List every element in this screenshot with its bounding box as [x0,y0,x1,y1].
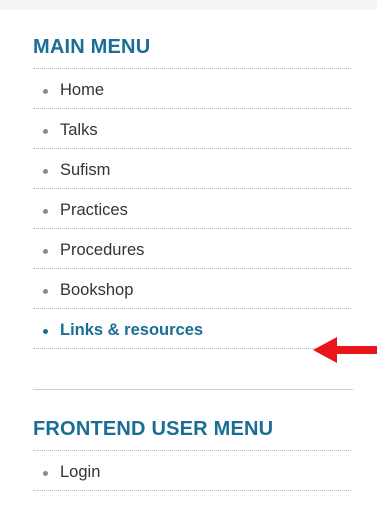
menu-item-label[interactable]: Bookshop [60,281,133,300]
menu-item-procedures[interactable]: Procedures [33,229,351,269]
module-divider [33,389,353,390]
menu-item-label[interactable]: Practices [60,201,128,220]
menu-item-label[interactable]: Home [60,81,104,100]
bullet-icon [43,169,48,174]
bullet-icon [43,209,48,214]
menu-item-bookshop[interactable]: Bookshop [33,269,351,309]
menu-item-label[interactable]: Procedures [60,241,144,260]
bullet-icon [43,471,48,476]
user-menu-title: FRONTEND USER MENU [33,418,274,440]
menu-item-label[interactable]: Login [60,463,100,482]
menu-item-label[interactable]: Talks [60,121,98,140]
menu-item-sufism[interactable]: Sufism [33,149,351,189]
menu-item-links-resources[interactable]: Links & resources [33,309,351,349]
menu-item-home[interactable]: Home [33,69,351,109]
user-menu-list: Login [33,450,351,491]
main-menu-list: Home Talks Sufism Practices Procedures B… [33,68,351,349]
user-menu-module: FRONTEND USER MENU Login [33,416,351,491]
bullet-icon [43,289,48,294]
main-menu-module: MAIN MENU Home Talks Sufism Practices Pr… [33,34,351,349]
menu-item-label[interactable]: Sufism [60,161,110,180]
left-arrow-icon [313,337,377,363]
top-bar [0,0,377,10]
main-menu-title: MAIN MENU [33,36,151,58]
menu-item-login[interactable]: Login [33,451,351,491]
menu-item-label[interactable]: Links & resources [60,321,203,340]
menu-item-talks[interactable]: Talks [33,109,351,149]
bullet-icon [43,129,48,134]
menu-item-practices[interactable]: Practices [33,189,351,229]
bullet-icon [43,89,48,94]
bullet-icon [43,249,48,254]
bullet-icon [43,329,48,334]
